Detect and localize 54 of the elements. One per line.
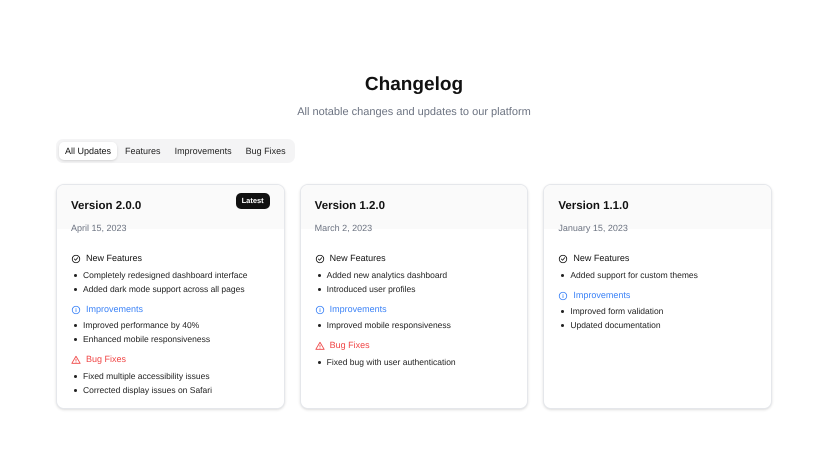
release-date: April 15, 2023 — [71, 222, 127, 236]
version-title: Version 2.0.0 — [71, 199, 142, 214]
change-item: Fixed multiple accessibility issues — [83, 370, 210, 382]
bullet-icon — [318, 288, 321, 291]
bullet-icon — [318, 324, 321, 328]
info-circle-icon — [71, 304, 81, 314]
change-item: Improved form validation — [570, 306, 664, 318]
bullet-icon — [74, 274, 77, 277]
bullet-icon — [74, 288, 77, 291]
change-item: Improved mobile responsiveness — [326, 320, 451, 332]
filter-tab[interactable]: All Updates — [59, 142, 118, 160]
check-circle-icon — [71, 254, 81, 264]
bullet-icon — [74, 324, 77, 328]
version-title: Version 1.2.0 — [314, 199, 385, 214]
info-circle-icon — [314, 304, 325, 314]
section-heading: New Features — [573, 252, 630, 266]
section-heading: New Features — [330, 252, 386, 266]
info-circle-icon — [558, 290, 568, 300]
change-item: Added dark mode support across all pages — [83, 284, 245, 295]
change-item: Corrected display issues on Safari — [83, 384, 212, 396]
page-subtitle: All notable changes and updates to our platform — [297, 105, 531, 120]
change-item: Enhanced mobile responsiveness — [83, 334, 210, 346]
section-heading: Bug Fixes — [330, 339, 370, 352]
change-item: Improved performance by 40% — [83, 320, 200, 332]
section-heading: Bug Fixes — [86, 353, 126, 366]
change-item: Added support for custom themes — [570, 270, 698, 281]
warning-triangle-icon — [71, 355, 81, 365]
change-item: Introduced user profiles — [326, 284, 416, 295]
filter-tab[interactable]: Bug Fixes — [240, 142, 292, 160]
change-item: Fixed bug with user authentication — [326, 356, 456, 368]
bullet-icon — [561, 324, 564, 328]
check-circle-icon — [558, 254, 568, 264]
section-heading: Improvements — [330, 302, 387, 316]
bullet-icon — [74, 374, 77, 378]
section-heading: Improvements — [86, 302, 144, 316]
filter-tab[interactable]: Improvements — [168, 142, 238, 160]
bullet-icon — [74, 338, 77, 342]
section-heading: New Features — [86, 252, 142, 266]
check-circle-icon — [314, 254, 325, 264]
bullet-icon — [561, 310, 564, 314]
bullet-icon — [74, 388, 77, 392]
filter-tab[interactable]: Features — [119, 142, 167, 160]
change-item: Completely redesigned dashboard interface — [83, 270, 248, 281]
release-date: January 15, 2023 — [558, 222, 628, 236]
section-heading: Improvements — [573, 288, 630, 302]
release-date: March 2, 2023 — [314, 222, 372, 236]
version-title: Version 1.1.0 — [558, 199, 629, 214]
change-item: Updated documentation — [570, 320, 661, 332]
page-title: Changelog — [364, 73, 464, 97]
warning-triangle-icon — [314, 341, 325, 351]
bullet-icon — [561, 274, 564, 277]
bullet-icon — [318, 274, 321, 277]
change-item: Added new analytics dashboard — [326, 270, 448, 281]
bullet-icon — [318, 360, 321, 364]
